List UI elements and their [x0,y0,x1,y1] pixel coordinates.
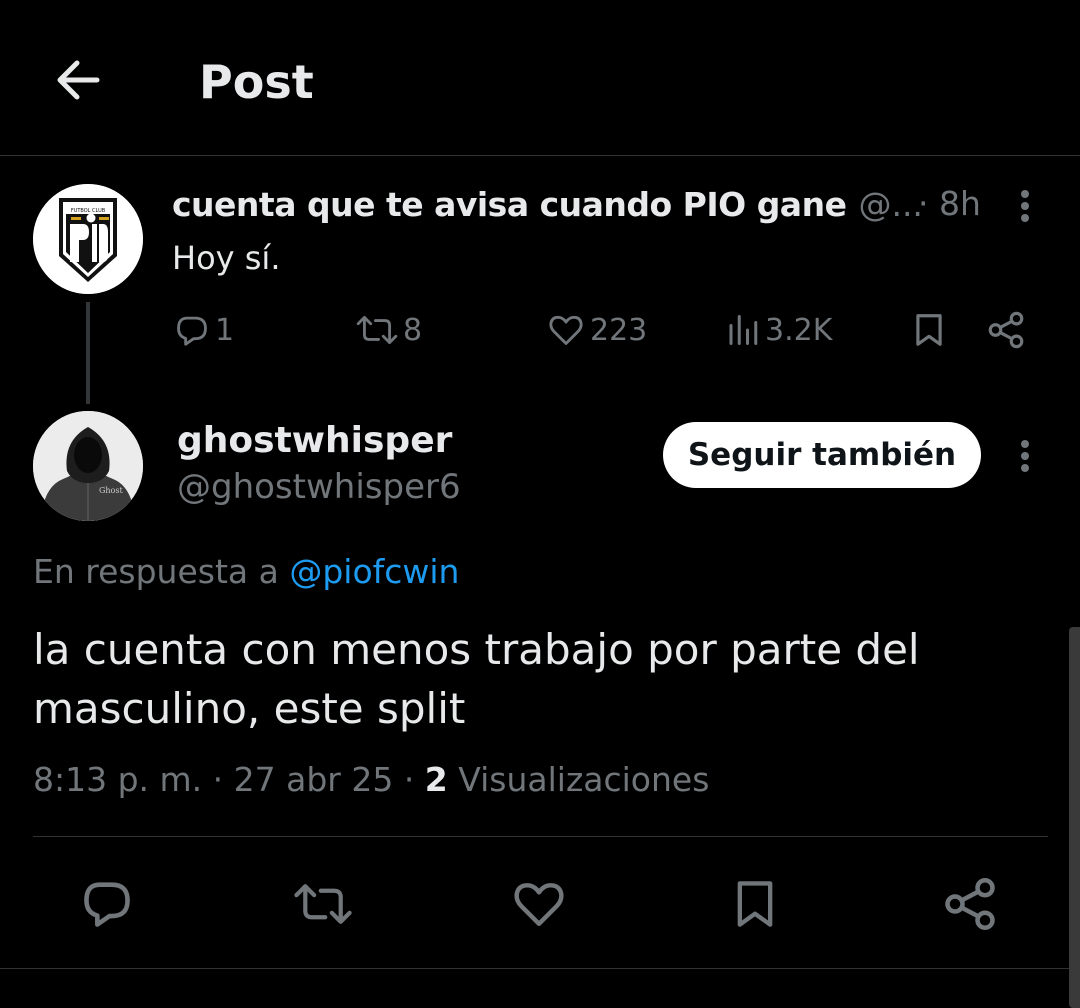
post-timestamp: 8:13 p. m. · 27 abr 25 · [33,760,425,799]
reply-author-handle[interactable]: @ghostwhisper6 [177,464,461,510]
repost-icon [294,884,352,924]
more-dot-icon [1021,452,1029,460]
replying-to-handle-link[interactable]: @piofcwin [289,552,459,591]
reply-icon [177,316,207,346]
parent-author-row[interactable]: cuenta que te avisa cuando PIO gane @... [172,180,923,228]
more-dot-icon [1021,440,1029,448]
parent-share-button[interactable] [985,306,1027,354]
divider [0,968,1080,969]
more-dot-icon [1021,202,1029,210]
replying-to: En respuesta a @piofcwin [33,549,459,595]
post-metadata: 8:13 p. m. · 27 abr 25 · 2 Visualizacion… [33,756,709,804]
repost-button[interactable] [291,872,355,936]
pio-logo-icon: FUTBOL CLUB [33,184,143,294]
share-button[interactable] [938,872,1002,936]
arrow-left-icon [57,60,100,100]
svg-text:Ghost: Ghost [99,486,123,495]
heart-icon [514,883,564,927]
parent-views-button[interactable]: 3.2K [725,306,832,354]
reply-icon [84,882,130,927]
hooded-figure-avatar: Ghost [33,411,143,521]
scrollbar[interactable] [1069,627,1080,1008]
replying-to-label: En respuesta a [33,552,290,591]
analytics-icon [729,315,758,345]
parent-post-text: Hoy sí. [172,239,281,277]
follow-button[interactable]: Seguir también [663,422,981,488]
post-views-count[interactable]: 2 [425,760,448,799]
parent-post-time: · 8h [918,184,981,223]
repost-count: 8 [403,312,423,348]
parent-author-handle[interactable]: @... [858,185,922,224]
parent-reply-button[interactable]: 1 [173,306,234,354]
like-count: 223 [590,312,648,348]
like-button[interactable] [507,872,571,936]
repost-icon [356,316,398,344]
avatar[interactable]: FUTBOL CLUB [33,184,143,294]
more-dot-icon [1021,190,1029,198]
views-count: 3.2K [765,312,833,348]
parent-author-name[interactable]: cuenta que te avisa cuando PIO gane [172,185,847,224]
share-icon [945,878,995,930]
reply-more-button[interactable] [1013,434,1037,478]
reply-count: 1 [215,312,235,348]
parent-bookmark-button[interactable] [910,306,948,354]
top-app-bar: Post [0,0,1080,156]
post-views-label[interactable]: Visualizaciones [448,760,709,799]
parent-more-button[interactable] [1013,184,1037,228]
bookmark-button[interactable] [723,872,787,936]
parent-like-button[interactable]: 223 [546,306,647,354]
more-dot-icon [1021,214,1029,222]
reply-post-text: la cuenta con menos trabajo por parte de… [33,625,920,733]
parent-repost-button[interactable]: 8 [355,306,422,354]
svg-text:FUTBOL CLUB: FUTBOL CLUB [71,208,106,214]
more-dot-icon [1021,464,1029,472]
reply-author-name[interactable]: ghostwhisper [177,418,452,464]
back-button[interactable] [50,52,106,108]
reply-button[interactable] [75,872,139,936]
share-icon [988,311,1024,349]
heart-icon [549,315,583,345]
page-title: Post [199,55,314,109]
divider [33,836,1048,837]
bookmark-icon [737,881,773,927]
bookmark-icon [916,314,942,346]
avatar[interactable]: Ghost [33,411,143,521]
thread-connector [86,302,90,404]
